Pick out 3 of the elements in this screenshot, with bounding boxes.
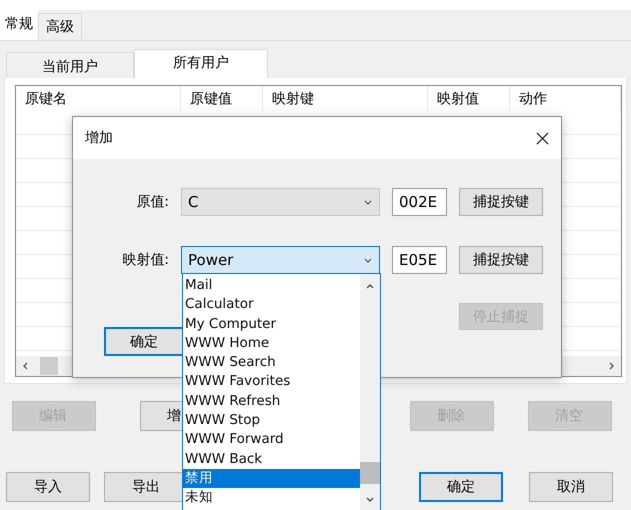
field-label: 映射值: — [121, 251, 169, 269]
field-label: 原值: — [135, 193, 169, 211]
dialog-title: 增加 — [85, 129, 113, 147]
